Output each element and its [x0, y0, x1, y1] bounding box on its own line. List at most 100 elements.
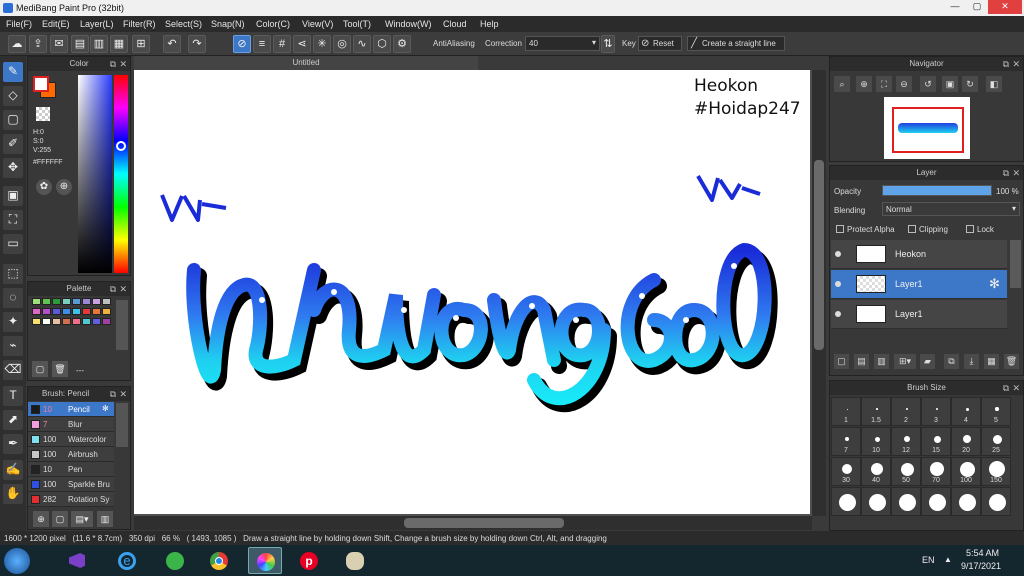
zoom-in-icon[interactable]: ⊕	[856, 76, 872, 92]
horizontal-scroll-thumb[interactable]	[404, 518, 564, 528]
primary-color-swatch[interactable]	[33, 76, 49, 92]
clipping-checkbox[interactable]	[908, 225, 916, 233]
correction-stepper[interactable]: ⇅	[601, 35, 615, 53]
bucket-tool-icon[interactable]: ⛶	[3, 210, 23, 230]
menu-select[interactable]: Select(S)	[165, 19, 202, 29]
palette-swatch[interactable]	[102, 298, 111, 305]
close-icon[interactable]: ✕	[1012, 381, 1020, 395]
brush-settings-icon[interactable]: ▥	[97, 511, 113, 527]
select-eraser-tool-icon[interactable]: ⌫	[3, 360, 23, 380]
gradient-tool-icon[interactable]: ▭	[3, 234, 23, 254]
menu-color[interactable]: Color(C)	[256, 19, 290, 29]
clock-date[interactable]: 9/17/2021	[961, 561, 1001, 571]
layer-row-heokon[interactable]: Heokon	[831, 240, 1007, 269]
palette-swatch[interactable]	[92, 298, 101, 305]
hue-slider-thumb[interactable]	[116, 141, 126, 151]
layer-row-layer1[interactable]: Layer1	[831, 300, 1007, 329]
clock-time[interactable]: 5:54 AM	[966, 548, 999, 558]
palette-wheel-icon[interactable]: ✿	[36, 179, 52, 195]
brush-item-blur[interactable]: 7 Blur	[28, 417, 114, 432]
lock-checkbox[interactable]	[966, 225, 974, 233]
brush-menu-icon[interactable]: ▤▾	[71, 511, 93, 527]
zoom-out-icon[interactable]: ⊖	[896, 76, 912, 92]
page-icon[interactable]: ▥	[90, 35, 108, 53]
brush-size-option[interactable]	[861, 487, 891, 516]
duplicate-layer-icon[interactable]: ⧉	[944, 354, 959, 369]
brush-size-option[interactable]: 12	[891, 427, 921, 456]
brush-size-option[interactable]: 5	[981, 397, 1011, 426]
brush-size-option[interactable]	[951, 487, 981, 516]
taskbar-visual-studio-icon[interactable]	[60, 547, 94, 574]
magic-wand-tool-icon[interactable]: ✦	[3, 312, 23, 332]
menu-snap[interactable]: Snap(N)	[211, 19, 245, 29]
menu-filter[interactable]: Filter(R)	[123, 19, 156, 29]
close-icon[interactable]: ✕	[119, 282, 127, 296]
navigator-preview[interactable]	[884, 97, 970, 159]
document-icon[interactable]: ▤	[71, 35, 89, 53]
minimize-button[interactable]: —	[944, 0, 966, 14]
saturation-value-picker[interactable]	[78, 75, 112, 273]
taskbar-wechat-icon[interactable]	[158, 547, 192, 574]
brush-item-rotation[interactable]: 282 Rotation Sy	[28, 492, 114, 507]
palette-swatch[interactable]	[62, 318, 71, 325]
zoom-icon[interactable]: ⌕	[834, 76, 850, 92]
visibility-eye-icon[interactable]	[835, 251, 841, 257]
blending-select[interactable]: Normal ▾	[882, 202, 1020, 216]
correction-select[interactable]: 40 ▾	[525, 36, 600, 51]
hand-tool-icon[interactable]: ✋	[3, 484, 23, 504]
brush-size-option[interactable]: 70	[921, 457, 951, 486]
snap-off-icon[interactable]: ⊘	[233, 35, 251, 53]
taskbar-pinterest-icon[interactable]: p	[292, 547, 326, 574]
menu-edit[interactable]: Edit(E)	[42, 19, 70, 29]
gear-icon[interactable]: ✻	[989, 276, 1000, 292]
undock-icon[interactable]: ⧉	[110, 57, 116, 71]
horizontal-scrollbar[interactable]	[134, 516, 812, 530]
parallel-snap-icon[interactable]: ≡	[253, 35, 271, 53]
menu-window[interactable]: Window(W)	[385, 19, 432, 29]
palette-swatch[interactable]	[72, 298, 81, 305]
taskbar-ie-icon[interactable]: e	[110, 547, 144, 574]
palette-swatch[interactable]	[102, 308, 111, 315]
undock-icon[interactable]: ⧉	[1003, 381, 1009, 395]
brush-size-option[interactable]: 3	[921, 397, 951, 426]
grid-snap-icon[interactable]: #	[273, 35, 291, 53]
new-layer-icon[interactable]: ▢	[834, 354, 849, 369]
brush-size-option[interactable]: 30	[831, 457, 861, 486]
visibility-eye-icon[interactable]	[835, 281, 841, 287]
new-palette-icon[interactable]: ▢	[32, 361, 48, 377]
palette-swatch[interactable]	[82, 298, 91, 305]
palette-swatch[interactable]	[72, 308, 81, 315]
straight-line-button[interactable]: ╱ Create a straight line	[687, 36, 785, 51]
palette-swatch[interactable]	[62, 308, 71, 315]
reset-button[interactable]: ⊘ Reset	[638, 36, 682, 51]
language-indicator[interactable]: EN	[922, 555, 935, 565]
flip-icon[interactable]: ◧	[986, 76, 1002, 92]
curve-snap-icon[interactable]: ∿	[353, 35, 371, 53]
fit-screen-icon[interactable]: ⛶	[876, 76, 892, 92]
menu-cloud[interactable]: Cloud	[443, 19, 467, 29]
palette-scrollbar[interactable]	[116, 300, 128, 350]
brush-size-option[interactable]: 1	[831, 397, 861, 426]
brush-item-pencil[interactable]: 10 Pencil ✻	[28, 402, 114, 417]
new-8bit-layer-icon[interactable]: ▥	[874, 354, 889, 369]
maximize-button[interactable]: ▢	[966, 0, 988, 14]
close-button[interactable]: ✕	[988, 0, 1022, 14]
menu-help[interactable]: Help	[480, 19, 499, 29]
radial-snap-icon[interactable]: ✳	[313, 35, 331, 53]
brush-size-option[interactable]: 7	[831, 427, 861, 456]
reset-rotation-icon[interactable]: ▣	[942, 76, 958, 92]
vertical-scroll-thumb[interactable]	[814, 160, 824, 350]
delete-layer-icon[interactable]: 🗑	[1004, 354, 1019, 369]
share-icon[interactable]: ⇪	[29, 35, 47, 53]
eyedropper-tool-icon[interactable]: ✒	[3, 434, 23, 454]
dot-tool-icon[interactable]: ✐	[3, 134, 23, 154]
palette-swatch[interactable]	[32, 298, 41, 305]
move-tool-icon[interactable]: ✥	[3, 158, 23, 178]
trash-icon[interactable]: 🗑	[52, 361, 68, 377]
brush-size-option[interactable]: 150	[981, 457, 1011, 486]
protect-alpha-checkbox[interactable]	[836, 225, 844, 233]
brush-item-sparkle[interactable]: 100 Sparkle Bru	[28, 477, 114, 492]
palette-swatch[interactable]	[42, 308, 51, 315]
menu-layer[interactable]: Layer(L)	[80, 19, 114, 29]
polygon-icon[interactable]: ⬡	[373, 35, 391, 53]
